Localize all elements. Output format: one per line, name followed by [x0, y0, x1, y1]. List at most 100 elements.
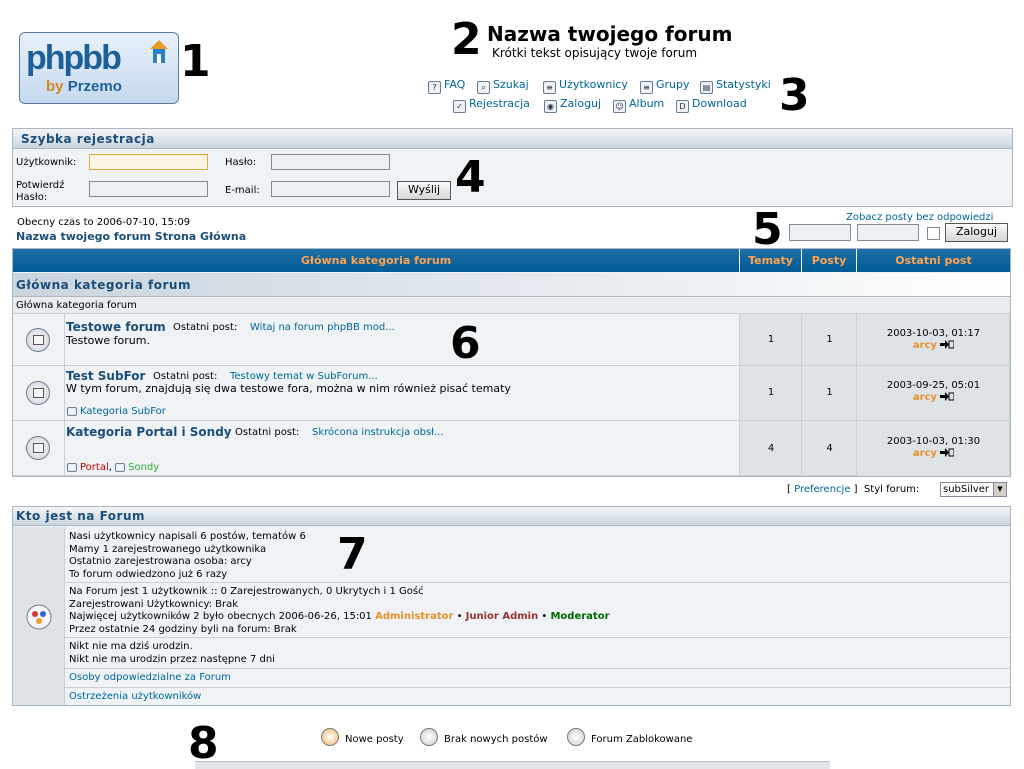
subforum-sondy[interactable]: Sondy — [115, 462, 159, 473]
nav-register[interactable]: ✓ Rejestracja — [453, 97, 530, 113]
online-last24: Przez ostatnie 24 godziny byli na forum:… — [69, 623, 297, 635]
forum-2-last-user-wrap: arcy — [857, 392, 1010, 403]
forum-name-2[interactable]: Test SubFor — [66, 369, 145, 383]
no-new-posts-icon — [26, 381, 50, 405]
forum-3-last-user[interactable]: arcy — [913, 448, 937, 459]
nav-login[interactable]: ◉ Zaloguj — [544, 97, 601, 113]
forum-2-last-user[interactable]: arcy — [913, 392, 937, 403]
current-time: Obecny czas to 2006-07-10, 15:09 — [17, 217, 191, 228]
callout-6: 6 — [450, 318, 481, 369]
group-junior-admin[interactable]: Junior Admin — [466, 611, 539, 622]
birthday-week: Nikt nie ma urodzin przez następne 7 dni — [69, 653, 275, 665]
forum-1-description: Testowe forum. — [66, 334, 150, 347]
style-select[interactable]: subSilver ▼ — [940, 482, 1007, 497]
group-moderator[interactable]: Moderator — [550, 611, 609, 622]
group-administrator[interactable]: Administrator — [375, 611, 453, 622]
groups-icon: ≡ — [640, 81, 653, 94]
confirm-password-label: Potwierdź — [16, 180, 65, 191]
stats-users: Mamy 1 zarejestrowanego użytkownika — [69, 543, 267, 555]
forum-2-subforum[interactable]: Kategoria SubFor — [67, 406, 166, 417]
forum-3-subforums: Portal, Sondy — [67, 462, 159, 473]
divider — [65, 582, 1010, 583]
online-count: Na Forum jest 1 użytkownik :: 0 Zarejest… — [69, 586, 424, 597]
preferences-link[interactable]: Preferencje — [794, 484, 850, 495]
nav-stats[interactable]: ▤ Statystyki — [700, 78, 771, 94]
staff-link[interactable]: Osoby odpowiedzialne za Forum — [69, 672, 231, 683]
divider — [65, 668, 1010, 669]
subforum-icon — [67, 463, 77, 472]
password-input[interactable] — [271, 154, 390, 170]
header-forum: Główna kategoria forum — [13, 249, 740, 272]
logo-by-text: by Przemo — [46, 78, 122, 95]
forum-name-3[interactable]: Kategoria Portal i Sondy — [66, 425, 232, 439]
unanswered-posts-link[interactable]: Zobacz posty bez odpowiedzi — [846, 212, 993, 223]
header-posts: Posty — [802, 249, 857, 272]
no-new-posts-icon — [420, 728, 438, 746]
login-password-input[interactable] — [857, 224, 919, 241]
no-new-posts-icon — [26, 436, 50, 460]
new-posts-icon — [321, 728, 339, 746]
warnings-link[interactable]: Ostrzeżenia użytkowników — [69, 691, 201, 702]
birthday-block: Nikt nie ma dziś urodzin. Nikt nie ma ur… — [69, 641, 275, 666]
online-registered: Zarejestrowani Użytkownicy: Brak — [69, 598, 239, 610]
nav-faq[interactable]: ? FAQ — [428, 78, 465, 94]
forum-1-topics: 1 — [767, 334, 775, 345]
callout-8: 8 — [188, 718, 219, 769]
autologin-checkbox[interactable] — [927, 227, 940, 240]
nav-download[interactable]: D Download — [676, 97, 747, 113]
logo-php-text: phpbb — [26, 39, 122, 77]
forum-name-1[interactable]: Testowe forum — [66, 320, 166, 334]
category-title[interactable]: Główna kategoria forum — [13, 273, 1010, 297]
stats-icon: ▤ — [700, 81, 713, 94]
birthday-today: Nikt nie ma dziś urodzin. — [69, 641, 193, 652]
forum-1-last-post-label: Ostatni post: — [173, 322, 238, 333]
subforum-portal[interactable]: Portal — [67, 462, 109, 473]
preferences-line: [ Preferencje ] Styl forum: — [787, 484, 920, 495]
nav-album[interactable]: ☺ Album — [613, 97, 664, 113]
confirm-password-input[interactable] — [89, 181, 208, 197]
email-input[interactable] — [271, 181, 390, 197]
callout-5: 5 — [752, 204, 783, 255]
username-label: Użytkownik: — [16, 157, 77, 168]
forum-2-last-post-link[interactable]: Testowy temat w SubForum... — [230, 371, 378, 382]
forum-2-topics: 1 — [767, 387, 775, 398]
forum-3-topics: 4 — [767, 443, 775, 454]
legend-new-posts: Nowe posty — [321, 728, 404, 746]
divider — [65, 687, 1010, 688]
who-online-title[interactable]: Kto jest na Forum — [13, 507, 1010, 526]
register-icon: ✓ — [453, 100, 466, 113]
stats-posts: Nasi użytkownicy napisali 6 postów, tema… — [69, 531, 306, 542]
legend-no-new-posts: Brak nowych postów — [420, 728, 548, 746]
category-subtitle-row — [13, 297, 1010, 314]
forum-3-last-user-wrap: arcy — [857, 448, 1010, 459]
forum-1-last-post-link[interactable]: Witaj na forum phpBB mod... — [250, 322, 395, 333]
forum-2-description: W tym forum, znajdują się dwa testowe fo… — [66, 382, 511, 395]
username-input[interactable] — [89, 154, 208, 170]
password-label: Hasło: — [225, 157, 257, 168]
login-button[interactable]: Zaloguj — [945, 223, 1008, 242]
send-button[interactable]: Wyślij — [397, 181, 451, 200]
site-logo[interactable]: phpbb by Przemo — [19, 32, 179, 104]
nav-users[interactable]: ≡ Użytkownicy — [543, 78, 628, 94]
callout-3: 3 — [779, 70, 810, 121]
category-subtitle: Główna kategoria forum — [16, 300, 137, 311]
nav-groups[interactable]: ≡ Grupy — [640, 78, 690, 94]
confirm-password-label-2: Hasło: — [16, 192, 48, 203]
locked-forum-icon — [567, 728, 585, 746]
site-name[interactable]: Nazwa twojego forum — [487, 22, 732, 46]
forum-3-last-post-link[interactable]: Skrócona instrukcja obsł... — [312, 427, 444, 438]
breadcrumb-home[interactable]: Nazwa twojego forum Strona Główna — [16, 230, 246, 243]
who-online-icon-cell — [13, 527, 65, 705]
forum-row-3-icon-cell — [13, 421, 65, 476]
nav-search[interactable]: ⌕ Szukaj — [477, 78, 529, 94]
goto-last-post-icon[interactable] — [940, 448, 955, 457]
forum-2-last-date: 2003-09-25, 05:01 — [886, 380, 981, 391]
who-stats-block: Nasi użytkownicy napisali 6 postów, tema… — [69, 531, 306, 581]
goto-last-post-icon[interactable] — [940, 392, 955, 401]
login-username-input[interactable] — [789, 224, 851, 241]
goto-last-post-icon[interactable] — [940, 340, 955, 349]
forum-1-last-user[interactable]: arcy — [913, 340, 937, 351]
forum-row-1-main — [65, 314, 740, 366]
download-icon: D — [676, 100, 689, 113]
callout-4: 4 — [455, 152, 486, 203]
